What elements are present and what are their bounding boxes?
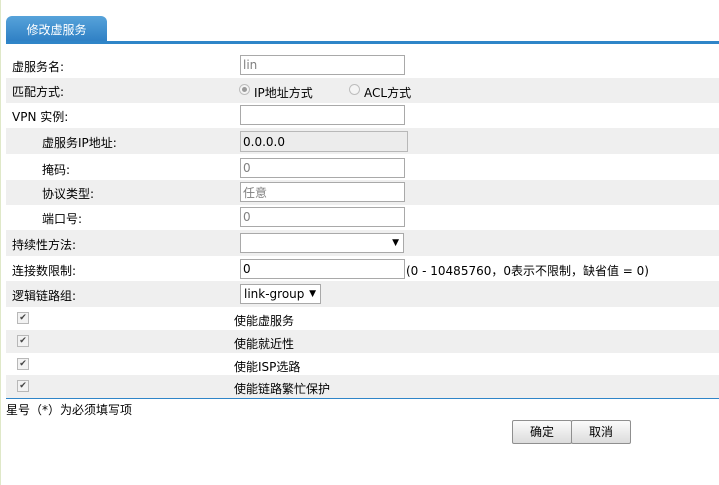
row-vs-ip: 虚服务IP地址: <box>6 128 719 154</box>
enable-busy-protect-label: 使能链路繁忙保护 <box>234 382 331 396</box>
cancel-button[interactable]: 取消 <box>571 420 631 444</box>
row-match-mode: 匹配方式: IP地址方式 ACL方式 <box>6 78 719 103</box>
row-enable-vs: ✔ 使能虚服务 <box>6 307 719 330</box>
enable-vs-checkbox[interactable]: ✔ <box>17 312 29 324</box>
radio-ip-mode-label: IP地址方式 <box>254 86 313 100</box>
left-border <box>0 0 1 485</box>
radio-acl-mode[interactable] <box>349 84 360 95</box>
port-input[interactable] <box>240 207 405 227</box>
row-link-group: 逻辑链路组: link-group ▼ <box>6 281 719 307</box>
conn-limit-hint: (0 - 10485760，0表示不限制，缺省值 = 0) <box>406 264 649 278</box>
vs-name-input[interactable] <box>240 55 405 75</box>
chevron-down-icon: ▼ <box>309 289 316 299</box>
link-group-select-value: link-group <box>244 287 305 301</box>
mask-label: 掩码: <box>42 163 71 177</box>
radio-ip-mode[interactable] <box>239 84 250 95</box>
tab-modify-virtual-service[interactable]: 修改虚服务 <box>6 16 107 42</box>
row-protocol-type: 协议类型: <box>6 180 719 205</box>
row-enable-proximity: ✔ 使能就近性 <box>6 330 719 353</box>
match-mode-label: 匹配方式: <box>12 85 65 99</box>
radio-acl-mode-label: ACL方式 <box>364 86 412 100</box>
conn-limit-input[interactable] <box>240 259 405 279</box>
row-enable-busy-protect: ✔ 使能链路繁忙保护 <box>6 375 719 398</box>
link-group-label: 逻辑链路组: <box>12 289 77 303</box>
ok-button[interactable]: 确定 <box>512 420 572 444</box>
row-persistence: 持续性方法: ▼ <box>6 230 719 256</box>
row-vpn-instance: VPN 实例: <box>6 104 719 127</box>
row-vs-name: 虚服务名: <box>6 54 719 76</box>
vpn-instance-input[interactable] <box>240 105 405 125</box>
enable-proximity-checkbox[interactable]: ✔ <box>17 335 29 347</box>
conn-limit-label: 连接数限制: <box>12 264 77 278</box>
protocol-type-label: 协议类型: <box>42 187 95 201</box>
enable-vs-label: 使能虚服务 <box>234 314 295 328</box>
form-bottom-divider <box>6 398 719 399</box>
persistence-label: 持续性方法: <box>12 238 77 252</box>
vs-ip-input[interactable] <box>240 131 408 152</box>
enable-busy-protect-checkbox[interactable]: ✔ <box>17 380 29 392</box>
row-port: 端口号: <box>6 205 719 230</box>
persistence-select[interactable]: ▼ <box>240 233 404 253</box>
row-conn-limit: 连接数限制: (0 - 10485760，0表示不限制，缺省值 = 0) <box>6 256 719 281</box>
mask-input[interactable] <box>240 158 405 178</box>
chevron-down-icon: ▼ <box>392 238 399 248</box>
link-group-select[interactable]: link-group ▼ <box>240 284 321 304</box>
row-enable-isp: ✔ 使能ISP选路 <box>6 353 719 375</box>
vpn-instance-label: VPN 实例: <box>12 110 69 124</box>
vs-ip-label: 虚服务IP地址: <box>42 136 117 150</box>
required-note: 星号（*）为必须填写项 <box>6 403 133 417</box>
enable-proximity-label: 使能就近性 <box>234 337 295 351</box>
protocol-type-input[interactable] <box>240 182 405 202</box>
enable-isp-label: 使能ISP选路 <box>234 360 301 374</box>
port-label: 端口号: <box>42 212 83 226</box>
row-mask: 掩码: <box>6 156 719 180</box>
enable-isp-checkbox[interactable]: ✔ <box>17 358 29 370</box>
tab-underline <box>6 41 719 44</box>
vs-name-label: 虚服务名: <box>12 60 65 74</box>
